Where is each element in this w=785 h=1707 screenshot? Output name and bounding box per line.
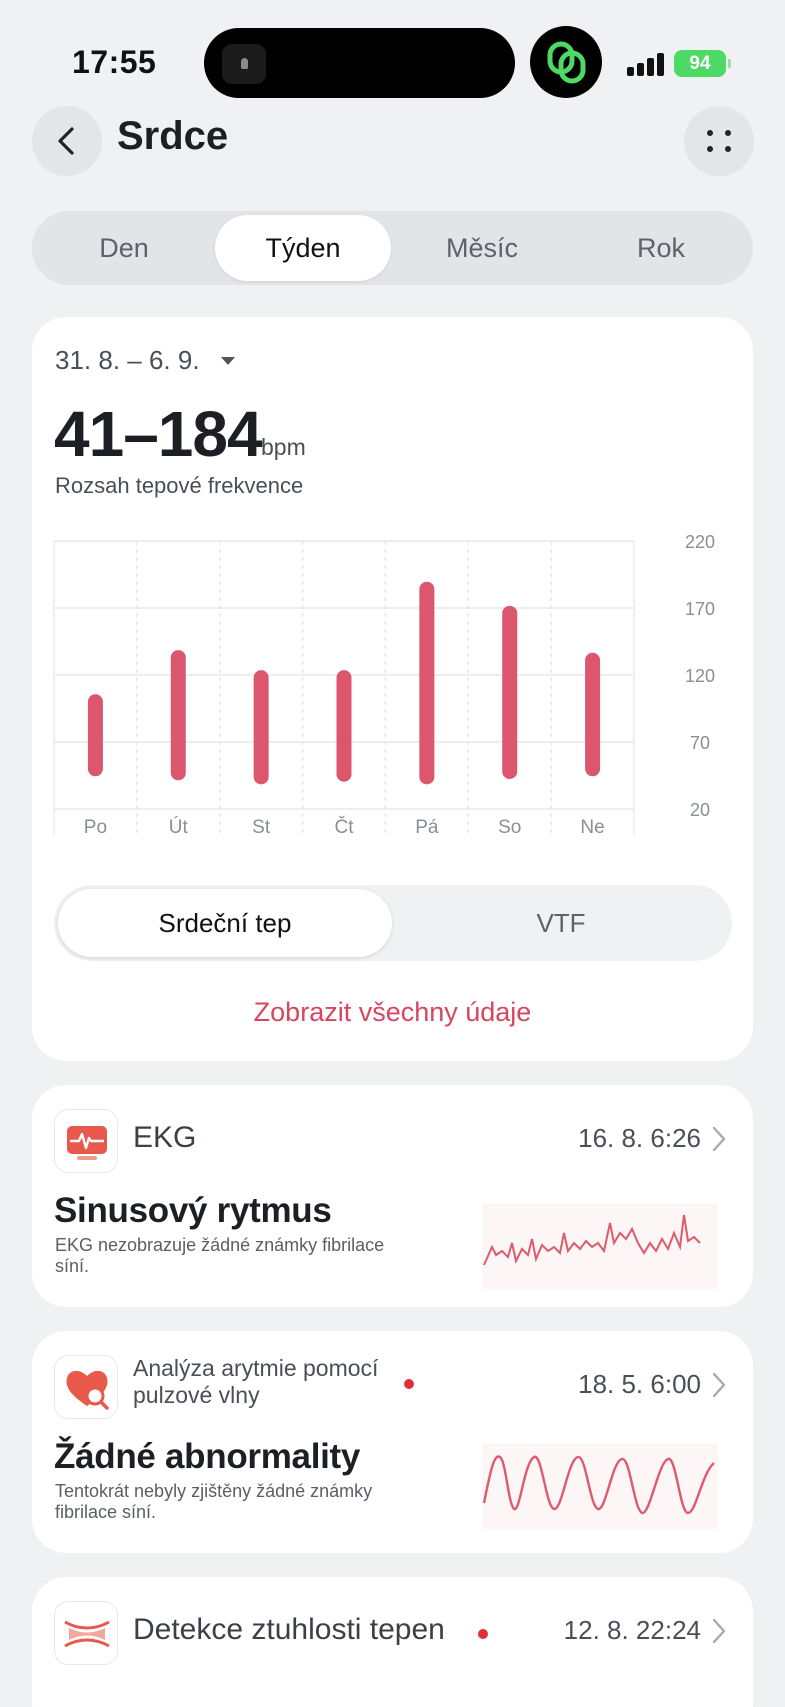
x-tick-label: Út (169, 816, 189, 838)
dynamic-island[interactable] (204, 28, 515, 98)
heart-rate-card: 31. 8. – 6. 9. 41–184 bpm Rozsah tepové … (32, 317, 753, 1061)
heart-search-icon (54, 1355, 118, 1419)
tab-day[interactable]: Den (36, 215, 212, 281)
arrhythmia-date: 18. 5. 6:00 (578, 1369, 701, 1399)
tab-hrv[interactable]: VTF (394, 889, 728, 957)
ekg-title: EKG (133, 1121, 197, 1154)
x-tick-label: St (252, 817, 271, 838)
y-tick-label: 20 (690, 800, 710, 820)
y-tick-label: 70 (690, 733, 710, 753)
tab-month[interactable]: Měsíc (394, 215, 570, 281)
artery-icon (54, 1601, 118, 1665)
heart-rate-chart[interactable]: 220 170 120 70 20 Po Út St Čt Pá So Ne (32, 517, 753, 877)
ekg-date: 16. 8. 6:26 (578, 1123, 701, 1153)
x-tick-label: Po (84, 817, 107, 838)
arterial-stiffness-date: 12. 8. 22:24 (563, 1615, 701, 1645)
battery-icon: 94 (674, 50, 731, 77)
tab-year[interactable]: Rok (573, 215, 749, 281)
metric-selector: Srdeční tep VTF (54, 885, 732, 961)
x-tick-label: So (498, 817, 521, 838)
page-title: Srdce (117, 114, 229, 158)
status-bar: 17:55 94 (0, 0, 785, 100)
show-all-data-link[interactable]: Zobrazit všechny údaje (32, 997, 753, 1028)
linked-app-icon[interactable] (530, 26, 602, 98)
y-tick-label: 120 (685, 666, 715, 686)
battery-level: 94 (689, 53, 711, 74)
y-tick-label: 220 (685, 532, 715, 552)
arrhythmia-result: Žádné abnormality (54, 1437, 361, 1476)
arterial-stiffness-card[interactable]: Detekce ztuhlosti tepen 12. 8. 22:24 (32, 1577, 753, 1707)
x-tick-label: Ne (580, 817, 604, 838)
clock: 17:55 (72, 44, 157, 80)
chevron-right-icon (712, 1126, 726, 1152)
heart-rate-range-value: 41–184 (54, 398, 263, 470)
arterial-stiffness-title: Detekce ztuhlosti tepen (133, 1613, 445, 1646)
caret-down-icon[interactable] (221, 357, 235, 365)
chevron-left-icon (58, 127, 74, 155)
y-tick-label: 170 (685, 599, 715, 619)
x-tick-label: Čt (335, 816, 355, 838)
ekg-card[interactable]: EKG 16. 8. 6:26 Sinusový rytmus EKG nezo… (32, 1085, 753, 1307)
arrhythmia-description: Tentokrát nebyly zjištěny žádné známky f… (55, 1481, 373, 1522)
ekg-waveform (482, 1203, 718, 1289)
period-selector: Den Týden Měsíc Rok (32, 211, 753, 285)
chevron-right-icon (712, 1372, 726, 1398)
heart-rate-unit: bpm (261, 434, 306, 460)
ekg-result: Sinusový rytmus (54, 1191, 332, 1230)
live-activity-app-icon (222, 44, 266, 84)
heart-rate-chart-svg: 220 170 120 70 20 Po Út St Čt Pá So Ne (53, 532, 715, 838)
new-indicator-dot (478, 1629, 488, 1639)
back-button[interactable] (32, 106, 102, 176)
tab-week[interactable]: Týden (215, 215, 391, 281)
arrhythmia-card[interactable]: Analýza arytmie pomocí pulzové vlny 18. … (32, 1331, 753, 1553)
heart-rate-range-label: Rozsah tepové frekvence (55, 473, 304, 498)
ekg-monitor-icon (54, 1109, 118, 1173)
chevron-right-icon (712, 1618, 726, 1644)
ekg-description: EKG nezobrazuje žádné známky fibrilace s… (55, 1235, 385, 1276)
tab-heart-rate[interactable]: Srdeční tep (58, 889, 392, 957)
arrhythmia-title: Analýza arytmie pomocí pulzové vlny (133, 1355, 379, 1408)
new-indicator-dot (404, 1379, 414, 1389)
x-tick-label: Pá (415, 817, 439, 838)
more-button[interactable] (684, 106, 754, 176)
pulse-waveform (482, 1443, 718, 1529)
signal-icon (627, 52, 667, 76)
date-range-selector[interactable]: 31. 8. – 6. 9. (55, 345, 200, 376)
